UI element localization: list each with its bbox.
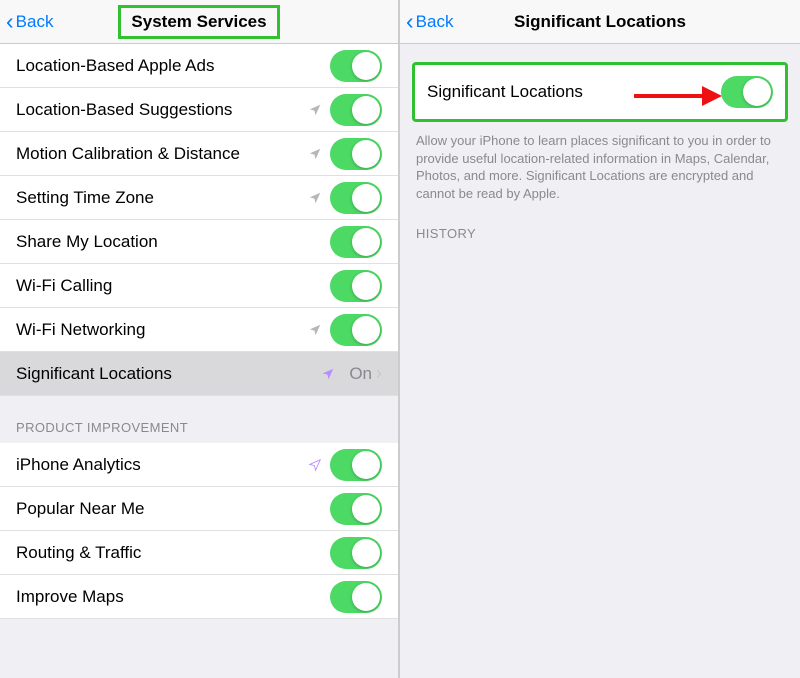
toggle-switch[interactable] [330,182,382,214]
toggle-switch[interactable] [330,314,382,346]
navbar-right: ‹ Back Significant Locations [400,0,800,44]
location-arrow-icon [308,103,322,117]
row-routing-traffic[interactable]: Routing & Traffic [0,531,398,575]
row-significant-locations-toggle[interactable]: Significant Locations [412,62,788,122]
row-label: Significant Locations [427,82,721,102]
row-label: Setting Time Zone [16,188,308,208]
navbar-left: ‹ Back System Services [0,0,398,44]
row-improve-maps[interactable]: Improve Maps [0,575,398,619]
row-wifi-networking[interactable]: Wi-Fi Networking [0,308,398,352]
toggle-switch[interactable] [330,581,382,613]
toggle-switch[interactable] [330,50,382,82]
row-label: Location-Based Apple Ads [16,56,330,76]
row-label: Improve Maps [16,587,330,607]
row-location-ads[interactable]: Location-Based Apple Ads [0,44,398,88]
row-iphone-analytics[interactable]: iPhone Analytics [0,443,398,487]
location-arrow-icon [308,147,322,161]
location-arrow-icon [308,323,322,337]
toggle-switch[interactable] [721,76,773,108]
back-label: Back [16,12,54,32]
section-header-history: HISTORY [400,202,800,249]
page-title: System Services [0,5,398,39]
location-arrow-outline-icon [308,458,322,472]
row-label: Wi-Fi Networking [16,320,308,340]
row-significant-locations[interactable]: Significant Locations On › [0,352,398,396]
toggle-switch[interactable] [330,537,382,569]
row-popular-near-me[interactable]: Popular Near Me [0,487,398,531]
back-button[interactable]: ‹ Back [6,10,53,33]
pane-significant-locations: ‹ Back Significant Locations Significant… [400,0,800,678]
chevron-left-icon: ‹ [6,10,14,33]
location-arrow-icon [321,367,335,381]
row-location-suggestions[interactable]: Location-Based Suggestions [0,88,398,132]
chevron-left-icon: ‹ [406,10,414,33]
back-label: Back [416,12,454,32]
row-time-zone[interactable]: Setting Time Zone [0,176,398,220]
row-label: Significant Locations [16,364,321,384]
row-label: Wi-Fi Calling [16,276,330,296]
row-label: Location-Based Suggestions [16,100,308,120]
toggle-switch[interactable] [330,270,382,302]
row-label: Popular Near Me [16,499,330,519]
location-arrow-icon [308,191,322,205]
row-motion-calibration[interactable]: Motion Calibration & Distance [0,132,398,176]
toggle-switch[interactable] [330,493,382,525]
settings-list: Location-Based Apple Ads Location-Based … [0,44,398,396]
pane-system-services: ‹ Back System Services Location-Based Ap… [0,0,400,678]
toggle-switch[interactable] [330,94,382,126]
toggle-switch[interactable] [330,449,382,481]
page-title: Significant Locations [400,12,800,32]
row-label: Routing & Traffic [16,543,330,563]
row-label: Share My Location [16,232,330,252]
row-wifi-calling[interactable]: Wi-Fi Calling [0,264,398,308]
toggle-switch[interactable] [330,138,382,170]
row-share-location[interactable]: Share My Location [0,220,398,264]
section-header-product-improvement: PRODUCT IMPROVEMENT [0,396,398,443]
chevron-right-icon: › [376,363,382,384]
toggle-switch[interactable] [330,226,382,258]
row-status: On [349,364,372,384]
settings-list-2: iPhone Analytics Popular Near Me Routing… [0,443,398,619]
back-button[interactable]: ‹ Back [406,10,453,33]
description-text: Allow your iPhone to learn places signif… [400,122,800,202]
row-label: Motion Calibration & Distance [16,144,308,164]
row-label: iPhone Analytics [16,455,308,475]
